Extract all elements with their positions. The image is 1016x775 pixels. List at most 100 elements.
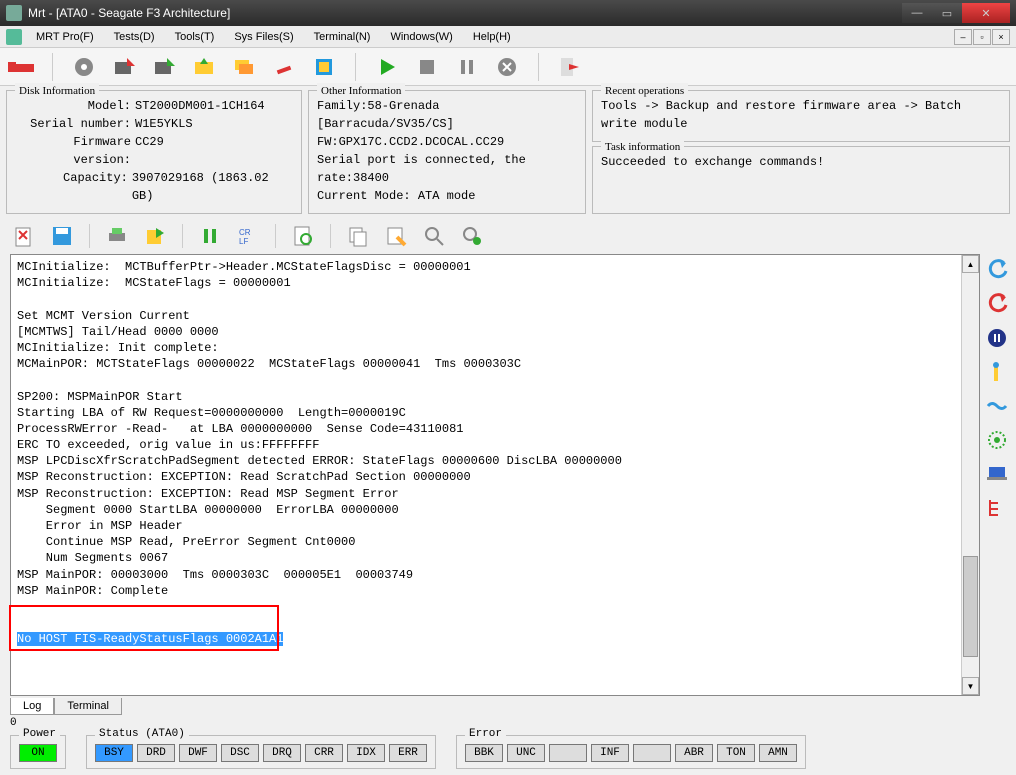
pause-log-icon[interactable]	[196, 222, 224, 250]
fw-line: FW:GPX17C.CCD2.DCOCAL.CC29	[317, 133, 577, 151]
error-abr: ABR	[675, 744, 713, 762]
serial-value: W1E5YKLS	[135, 115, 193, 133]
console-scrollbar[interactable]: ▲ ▼	[961, 255, 979, 695]
highlight-annotation	[9, 605, 279, 651]
menu-mrt-pro[interactable]: MRT Pro(F)	[26, 28, 104, 46]
refresh-doc-icon[interactable]	[289, 222, 317, 250]
scroll-up-button[interactable]: ▲	[962, 255, 979, 273]
copy-icon[interactable]	[344, 222, 372, 250]
menubar: MRT Pro(F) Tests(D) Tools(T) Sys Files(S…	[0, 26, 1016, 48]
record-icon[interactable]	[985, 326, 1009, 350]
cancel-icon[interactable]	[494, 54, 520, 80]
tree-icon[interactable]	[985, 496, 1009, 520]
scroll-track[interactable]	[962, 273, 979, 677]
recent-legend: Recent operations	[601, 83, 688, 100]
error-ton: TON	[717, 744, 755, 762]
serial-label: Serial number:	[15, 115, 135, 133]
tab-terminal[interactable]: Terminal	[54, 698, 122, 715]
fw-label: Firmware version:	[15, 133, 135, 169]
mdi-close-button[interactable]: ×	[992, 29, 1010, 45]
tabs-row: Log Terminal	[0, 696, 1016, 715]
play-icon[interactable]	[374, 54, 400, 80]
search-settings-icon[interactable]	[458, 222, 486, 250]
disk-in-icon[interactable]	[111, 54, 137, 80]
capacity-label: Capacity:	[15, 169, 132, 205]
redo-icon[interactable]	[985, 292, 1009, 316]
scroll-down-button[interactable]: ▼	[962, 677, 979, 695]
menu-tests[interactable]: Tests(D)	[104, 28, 165, 46]
mdi-restore-button[interactable]: ▫	[973, 29, 991, 45]
window-controls: — ▭ ✕	[902, 3, 1010, 23]
status-dsc: DSC	[221, 744, 259, 762]
tab-log[interactable]: Log	[10, 698, 54, 715]
error-inf: INF	[591, 744, 629, 762]
close-button[interactable]: ✕	[962, 3, 1010, 23]
menu-help[interactable]: Help(H)	[463, 28, 521, 46]
menu-windows[interactable]: Windows(W)	[380, 28, 462, 46]
connector-icon[interactable]	[985, 360, 1009, 384]
print-icon[interactable]	[103, 222, 131, 250]
handshake-icon[interactable]	[985, 394, 1009, 418]
maximize-button[interactable]: ▭	[932, 3, 962, 23]
status-dwf: DWF	[179, 744, 217, 762]
fw-value: CC29	[135, 133, 164, 169]
app-icon	[6, 5, 22, 21]
delete-log-icon[interactable]	[10, 222, 38, 250]
scroll-thumb[interactable]	[963, 556, 978, 657]
error-group: Error BBK UNC INF ABR TON AMN	[456, 735, 806, 769]
undo-icon[interactable]	[985, 258, 1009, 282]
save-log-icon[interactable]	[48, 222, 76, 250]
folder-stack-icon[interactable]	[231, 54, 257, 80]
disk-information-panel: Disk Information Model:ST2000DM001-1CH16…	[6, 90, 302, 214]
disk-out-icon[interactable]	[151, 54, 177, 80]
status-idx: IDX	[347, 744, 385, 762]
disk-refresh-icon[interactable]	[71, 54, 97, 80]
info-panel-row: Disk Information Model:ST2000DM001-1CH16…	[0, 86, 1016, 218]
main-toolbar	[0, 48, 1016, 86]
model-label: Model:	[15, 97, 135, 115]
menu-sys-files[interactable]: Sys Files(S)	[224, 28, 303, 46]
minimize-button[interactable]: —	[902, 3, 932, 23]
status-drd: DRD	[137, 744, 175, 762]
side-toolbar	[980, 254, 1010, 696]
stop-icon[interactable]	[414, 54, 440, 80]
window-title: Mrt - [ATA0 - Seagate F3 Architecture]	[28, 6, 902, 20]
error-amn: AMN	[759, 744, 797, 762]
menu-tools[interactable]: Tools(T)	[165, 28, 225, 46]
recent-text: Tools -> Backup and restore firmware are…	[601, 97, 1001, 133]
folder-down-icon[interactable]	[191, 54, 217, 80]
disk-info-legend: Disk Information	[15, 83, 99, 100]
capacity-value: 3907029168 (1863.02 GB)	[132, 169, 293, 205]
pause-icon[interactable]	[454, 54, 480, 80]
chip-icon[interactable]	[311, 54, 337, 80]
laptop-icon[interactable]	[985, 462, 1009, 486]
error-bbk: BBK	[465, 744, 503, 762]
power-legend: Power	[19, 728, 60, 740]
exit-icon[interactable]	[557, 54, 583, 80]
export-icon[interactable]	[141, 222, 169, 250]
highlight-icon[interactable]	[382, 222, 410, 250]
family-line: Family:58-Grenada [Barracuda/SV35/CS]	[317, 97, 577, 133]
main-area: MCInitialize: MCTBufferPtr->Header.MCSta…	[0, 254, 1016, 696]
task-text: Succeeded to exchange commands!	[601, 153, 1001, 171]
menu-terminal[interactable]: Terminal(N)	[304, 28, 381, 46]
eraser-icon[interactable]	[271, 54, 297, 80]
serialport-line: Serial port is connected, the rate:38400	[317, 151, 577, 187]
status-ata-group: Status (ATA0) BSY DRD DWF DSC DRQ CRR ID…	[86, 735, 436, 769]
power-on-indicator[interactable]: ON	[19, 744, 57, 762]
power-group: Power ON	[10, 735, 66, 769]
svg-text:LF: LF	[239, 237, 248, 246]
status-row: Power ON Status (ATA0) BSY DRD DWF DSC D…	[0, 731, 1016, 775]
right-info-column: Recent operations Tools -> Backup and re…	[592, 90, 1010, 214]
crlf-icon[interactable]: CRLF	[234, 222, 262, 250]
status-err: ERR	[389, 744, 427, 762]
search-icon[interactable]	[420, 222, 448, 250]
model-value: ST2000DM001-1CH164	[135, 97, 265, 115]
status-bsy: BSY	[95, 744, 133, 762]
module-icon[interactable]	[985, 428, 1009, 452]
menu-app-icon	[6, 29, 22, 45]
mdi-minimize-button[interactable]: –	[954, 29, 972, 45]
bed-icon[interactable]	[8, 54, 34, 80]
status-crr: CRR	[305, 744, 343, 762]
console-wrap: MCInitialize: MCTBufferPtr->Header.MCSta…	[10, 254, 980, 696]
